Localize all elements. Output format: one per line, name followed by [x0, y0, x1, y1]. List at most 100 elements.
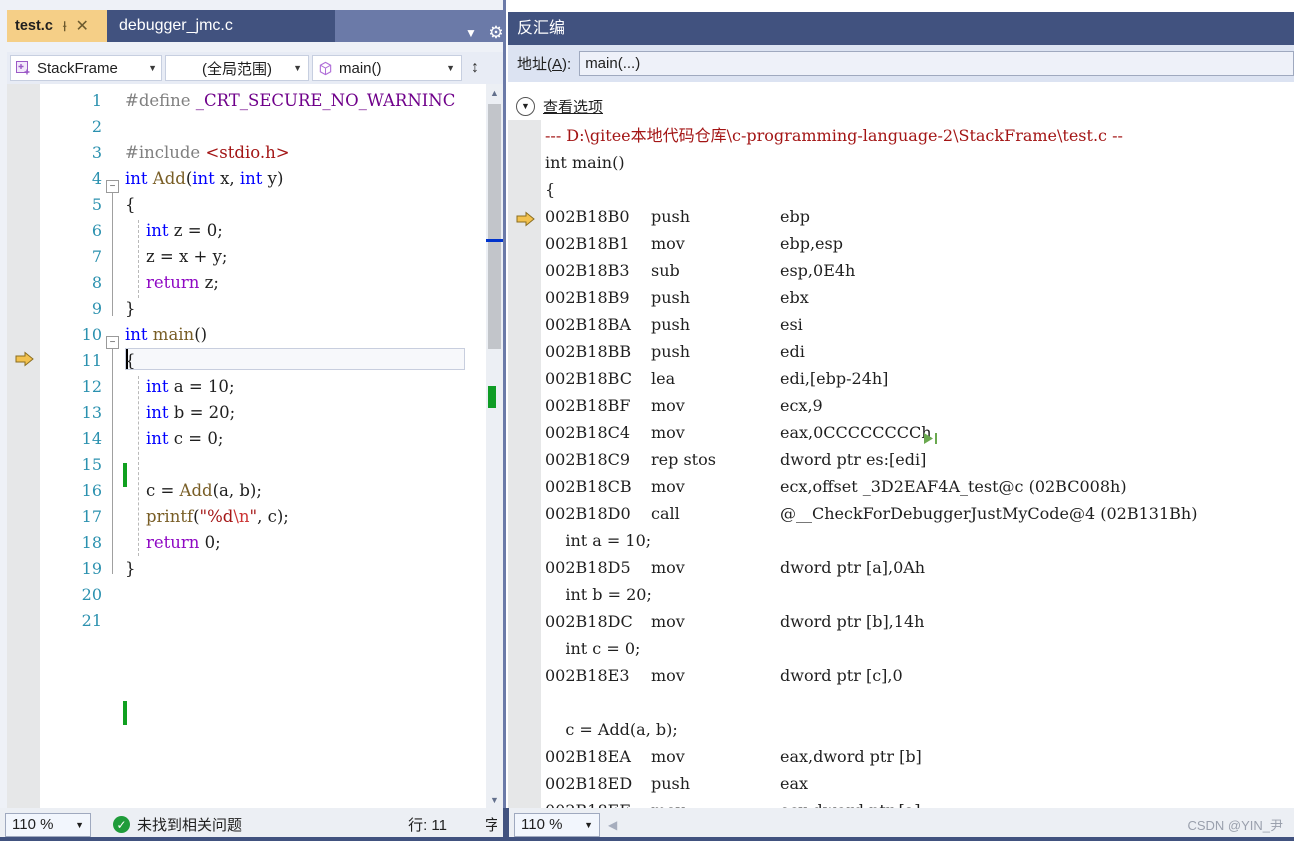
disassembly-line [508, 689, 1294, 716]
line-number: 15 [81, 455, 102, 474]
instruction-address: 002B18B3 [545, 261, 630, 280]
code-text: } [125, 559, 136, 578]
split-view-icon[interactable]: ↕ [464, 55, 486, 81]
scope-selector[interactable]: (全局范围) ▼ [165, 55, 309, 81]
line-number: 4 [91, 169, 102, 188]
tab-test-c[interactable]: test.c ⟊ ✕ [7, 10, 107, 42]
code-surface[interactable]: − − 1 #define _CRT_SECURE_NO_WARNINC 2 3 #in… [40, 84, 503, 808]
disassembly-code-area[interactable]: --- D:\gitee本地代码仓库\c-programming-languag… [508, 120, 1294, 808]
editor-indicator-margin[interactable] [7, 84, 40, 808]
chevron-down-icon: ▼ [584, 819, 593, 830]
source-line: int c = 0; [545, 639, 641, 658]
member-selector-label: main() [339, 59, 382, 77]
disassembly-zoom-value: 110 % [521, 816, 563, 833]
success-check-icon: ✓ [113, 816, 130, 833]
line-number: 1 [91, 91, 102, 110]
code-text: printf("%d\n", c); [145, 507, 289, 526]
disassembly-address-bar: 地址(A): main(...) [508, 45, 1294, 82]
disassembly-line: 002B18CB mov ecx,offset _3D2EAF4A_test@c (… [508, 473, 1294, 500]
disassembly-line: --- D:\gitee本地代码仓库\c-programming-languag… [508, 122, 1294, 149]
scrollbar-thumb[interactable] [488, 104, 501, 349]
instruction-mnemonic: push [651, 288, 691, 307]
project-selector[interactable]: StackFrame ▼ [10, 55, 162, 81]
instruction-address: 002B18BB [545, 342, 632, 361]
close-icon[interactable]: ✕ [75, 16, 88, 36]
address-label: 地址(A): [517, 56, 572, 73]
code-line: 3 #include <stdio.h> [40, 140, 503, 166]
line-number: 20 [81, 585, 102, 604]
editor-zoom-value: 110 % [12, 816, 54, 833]
code-text: #include <stdio.h> [125, 143, 290, 162]
editor-vertical-scrollbar[interactable]: ▲ ▼ [486, 84, 503, 808]
line-number: 11 [81, 351, 102, 370]
source-line: int main() [545, 153, 625, 172]
disassembly-line: 002B18B0 push ebp [508, 203, 1294, 230]
method-cube-icon [317, 60, 334, 77]
change-marker [123, 701, 127, 725]
scroll-left-icon[interactable]: ◀ [608, 818, 617, 832]
line-number: 5 [91, 195, 102, 214]
instruction-address: 002B18EA [545, 747, 631, 766]
visual-studio-window: test.c ⟊ ✕ debugger_jmc.c ▼ ⚙ StackFrame… [0, 0, 1294, 841]
code-line: 16 c = Add(a, b); [40, 478, 503, 504]
window-bottom-border [0, 837, 1294, 841]
gear-icon[interactable]: ⚙ [485, 22, 507, 44]
disassembly-line: 002B18D0 call @__CheckForDebuggerJustMyCod… [508, 500, 1294, 527]
code-text: { [125, 195, 136, 214]
code-text: return z; [145, 273, 219, 292]
code-line: 1 #define _CRT_SECURE_NO_WARNINC [40, 88, 503, 114]
disassembly-line: 002B18D5 mov dword ptr [a],0Ah [508, 554, 1294, 581]
instruction-operands: eax [780, 774, 809, 793]
line-number: 10 [81, 325, 102, 344]
code-text: int c = 0; [145, 429, 224, 448]
code-text: c = Add(a, b); [125, 481, 262, 500]
disassembly-line: 002B18DC mov dword ptr [b],14h [508, 608, 1294, 635]
instruction-operands: ecx,offset _3D2EAF4A_test@c (02BC008h) [780, 477, 1127, 496]
disassembly-line: 002B18BF mov ecx,9 [508, 392, 1294, 419]
tab-debugger-jmc-c[interactable]: debugger_jmc.c [107, 10, 335, 42]
instruction-mnemonic: mov [651, 747, 685, 766]
line-number: 13 [81, 403, 102, 422]
disassembly-line: { [508, 176, 1294, 203]
code-line: 5{ [40, 192, 503, 218]
code-line: 6 int z = 0; [40, 218, 503, 244]
member-selector[interactable]: main() ▼ [312, 55, 462, 81]
view-options-label[interactable]: 查看选项 [543, 96, 603, 117]
code-line: 8 return z; [40, 270, 503, 296]
instruction-address: 002B18BC [545, 369, 632, 388]
instruction-address: 002B18DC [545, 612, 633, 631]
instruction-mnemonic: mov [651, 423, 685, 442]
tab-test-c-label: test.c [15, 18, 53, 34]
instruction-operands: esi [780, 315, 803, 334]
code-text: int b = 20; [145, 403, 236, 422]
address-input[interactable]: main(...) [579, 51, 1294, 76]
editor-zoom-selector[interactable]: 110 % ▼ [5, 812, 91, 837]
source-line: c = Add(a, b); [545, 720, 678, 739]
chevron-down-circle-icon[interactable]: ▼ [516, 96, 535, 116]
code-line: 4 int Add(int x, int y) [40, 166, 503, 192]
scrollbar-saved-marker [488, 386, 496, 408]
instruction-mnemonic: mov [651, 396, 685, 415]
line-number: 17 [81, 507, 102, 526]
scroll-down-icon[interactable]: ▼ [486, 791, 503, 808]
editor-text-area[interactable]: − − 1 #define _CRT_SECURE_NO_WARNINC 2 3 #in… [7, 84, 503, 808]
instruction-mnemonic: call [651, 504, 680, 523]
disassembly-line: 002B18B1 mov ebp,esp [508, 230, 1294, 257]
pin-icon[interactable]: ⟊ [63, 18, 67, 35]
instruction-operands: dword ptr [c],0 [780, 666, 903, 685]
instruction-address: 002B18B1 [545, 234, 630, 253]
disassembly-zoom-selector[interactable]: 110 % ▼ [514, 812, 600, 837]
instruction-address: 002B18E3 [545, 666, 630, 685]
chevron-down-icon[interactable]: ▼ [462, 24, 480, 42]
problems-status-label: 未找到相关问题 [137, 817, 243, 834]
line-number: 14 [81, 429, 102, 448]
code-line: 17 printf("%d\n", c); [40, 504, 503, 530]
disassembly-line: c = Add(a, b); [508, 716, 1294, 743]
instruction-address: 002B18EE [545, 797, 631, 808]
line-number: 6 [91, 221, 102, 240]
code-line: 18 return 0; [40, 530, 503, 556]
project-add-icon [15, 60, 32, 77]
line-number: 12 [81, 377, 102, 396]
scroll-up-icon[interactable]: ▲ [486, 84, 503, 101]
view-options-row[interactable]: ▼ 查看选项 [508, 92, 1294, 120]
